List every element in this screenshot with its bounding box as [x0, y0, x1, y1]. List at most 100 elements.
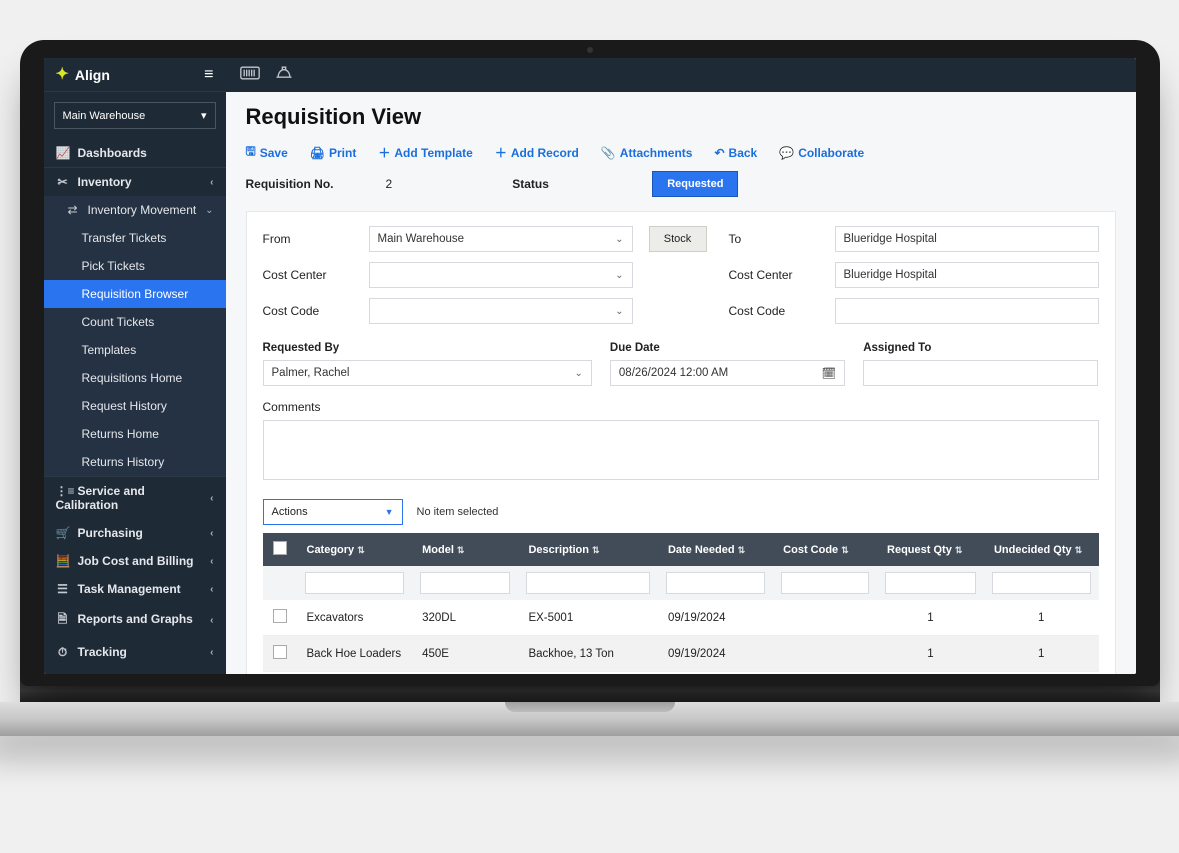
from-cost-center-select[interactable]: ⌄: [369, 262, 633, 288]
cell-request-qty: 1: [877, 636, 984, 672]
from-cost-code-label: Cost Code: [263, 304, 353, 318]
calendar-icon: 🗓: [822, 366, 837, 380]
sort-icon: ⇅: [457, 545, 465, 555]
add-record-button[interactable]: ＋Add Record: [495, 142, 579, 163]
col-category[interactable]: Category⇅: [297, 533, 413, 566]
filter-cost-code[interactable]: [781, 572, 869, 594]
sort-icon: ⇅: [955, 545, 963, 555]
attachments-button[interactable]: 📎Attachments: [601, 142, 693, 163]
print-button[interactable]: 🖨Print: [310, 142, 357, 163]
nav-request-history[interactable]: Request History: [44, 392, 226, 420]
cell-undecided-qty: 1: [984, 672, 1099, 675]
from-cost-code-select[interactable]: ⌄: [369, 298, 633, 324]
nav-service-calibration[interactable]: ⋮≡Service and Calibration ‹: [44, 476, 226, 519]
nav-count-tickets[interactable]: Count Tickets: [44, 308, 226, 336]
chevron-down-icon: ⌄: [615, 270, 623, 281]
filter-category[interactable]: [305, 572, 405, 594]
nav-label: Tracking: [78, 645, 127, 659]
col-date-needed[interactable]: Date Needed⇅: [658, 533, 773, 566]
from-select[interactable]: Main Warehouse⌄: [369, 226, 633, 252]
calculator-icon: 🧮: [56, 554, 70, 568]
nav-label: Templates: [82, 343, 137, 357]
save-button[interactable]: 🖫Save: [246, 142, 288, 163]
cell-description: Backhoe, 13 Ton: [518, 636, 657, 672]
col-undecided-qty[interactable]: Undecided Qty⇅: [984, 533, 1099, 566]
filter-model[interactable]: [420, 572, 510, 594]
nav-transfer-tickets[interactable]: Transfer Tickets: [44, 224, 226, 252]
action-label: Save: [260, 146, 288, 160]
menu-toggle-icon[interactable]: ≡: [204, 66, 213, 84]
paperclip-icon: 📎: [601, 146, 616, 160]
nav-purchasing[interactable]: 🛒Purchasing ‹: [44, 519, 226, 547]
filter-date-needed[interactable]: [666, 572, 765, 594]
cell-category: Cranes: [297, 672, 413, 675]
nav-returns-history[interactable]: Returns History: [44, 448, 226, 476]
cell-request-qty: 1: [877, 672, 984, 675]
nav-reports-graphs[interactable]: 🗎Reports and Graphs ‹: [44, 603, 226, 638]
to-cost-center-value: Blueridge Hospital: [844, 269, 937, 281]
hardhat-icon[interactable]: [274, 64, 294, 87]
table-row[interactable]: Excavators 320DL EX-5001 09/19/2024 1 1: [263, 600, 1099, 636]
to-select[interactable]: Blueridge Hospital: [835, 226, 1099, 252]
requested-by-value: Palmer, Rachel: [272, 367, 350, 379]
nav-requisition-browser[interactable]: Requisition Browser: [44, 280, 226, 308]
to-value: Blueridge Hospital: [844, 233, 937, 245]
table-row[interactable]: Cranes HC2722 Hydraulic Crane, Boom Hois…: [263, 672, 1099, 675]
chevron-down-icon: ⌄: [205, 205, 213, 216]
nav-task-management[interactable]: ☰Task Management ‹: [44, 575, 226, 603]
sidebar-header: ✦ Align ≡: [44, 58, 226, 92]
row-checkbox[interactable]: [273, 645, 287, 659]
col-request-qty[interactable]: Request Qty⇅: [877, 533, 984, 566]
col-model[interactable]: Model⇅: [412, 533, 518, 566]
nav-label: Task Management: [78, 582, 181, 596]
nav-pick-tickets[interactable]: Pick Tickets: [44, 252, 226, 280]
due-date-label: Due Date: [610, 342, 845, 354]
cell-date-needed: 09/19/2024: [658, 672, 773, 675]
cell-date-needed: 09/19/2024: [658, 636, 773, 672]
add-template-button[interactable]: ＋Add Template: [378, 142, 472, 163]
row-checkbox[interactable]: [273, 609, 287, 623]
col-cost-code[interactable]: Cost Code⇅: [773, 533, 877, 566]
filter-undecided-qty[interactable]: [992, 572, 1091, 594]
requested-by-select[interactable]: Palmer, Rachel⌄: [263, 360, 592, 386]
comments-label: Comments: [263, 400, 321, 414]
col-description[interactable]: Description⇅: [518, 533, 657, 566]
actions-dropdown[interactable]: Actions ▼: [263, 499, 403, 525]
to-cost-center-select[interactable]: Blueridge Hospital: [835, 262, 1099, 288]
cart-icon: 🛒: [56, 526, 70, 540]
select-all-checkbox[interactable]: [273, 541, 287, 555]
nav-returns-home[interactable]: Returns Home: [44, 420, 226, 448]
nav-inventory[interactable]: ✂Inventory ‹: [44, 167, 226, 196]
stock-button[interactable]: Stock: [649, 226, 707, 252]
back-button[interactable]: ↶Back: [714, 142, 757, 163]
comments-input[interactable]: [263, 420, 1099, 480]
nav-requisitions-home[interactable]: Requisitions Home: [44, 364, 226, 392]
from-label: From: [263, 232, 353, 246]
filter-request-qty[interactable]: [885, 572, 976, 594]
location-select[interactable]: Main Warehouse ▾: [54, 102, 216, 129]
collaborate-button[interactable]: 💬Collaborate: [779, 142, 864, 163]
to-cost-code-select[interactable]: [835, 298, 1099, 324]
cell-model: HC2722: [412, 672, 518, 675]
brand-logo: ✦ Align: [56, 67, 110, 83]
nav-job-cost-billing[interactable]: 🧮Job Cost and Billing ‹: [44, 547, 226, 575]
barcode-icon[interactable]: [240, 64, 260, 87]
triangle-down-icon: ▼: [385, 507, 394, 517]
col-label: Category: [307, 544, 355, 556]
filter-description[interactable]: [526, 572, 649, 594]
requested-by-label: Requested By: [263, 342, 592, 354]
due-date-input[interactable]: 08/26/2024 12:00 AM🗓: [610, 360, 845, 386]
cell-undecided-qty: 1: [984, 636, 1099, 672]
table-row[interactable]: Back Hoe Loaders 450E Backhoe, 13 Ton 09…: [263, 636, 1099, 672]
assigned-to-select[interactable]: [863, 360, 1098, 386]
cell-category: Excavators: [297, 600, 413, 636]
main-area: Requisition View 🖫Save 🖨Print ＋Add Templ…: [226, 58, 1136, 674]
nav-label: Returns History: [82, 455, 165, 469]
from-cost-center-label: Cost Center: [263, 268, 353, 282]
nav-inventory-movement[interactable]: ⇄Inventory Movement ⌄: [44, 196, 226, 224]
brand-mark-icon: ✦: [56, 67, 69, 83]
nav-templates[interactable]: Templates: [44, 336, 226, 364]
nav-tracking[interactable]: ⏱Tracking ‹: [44, 638, 226, 667]
nav-dashboards[interactable]: 📈Dashboards: [44, 139, 226, 167]
undo-icon: ↶: [714, 146, 724, 160]
